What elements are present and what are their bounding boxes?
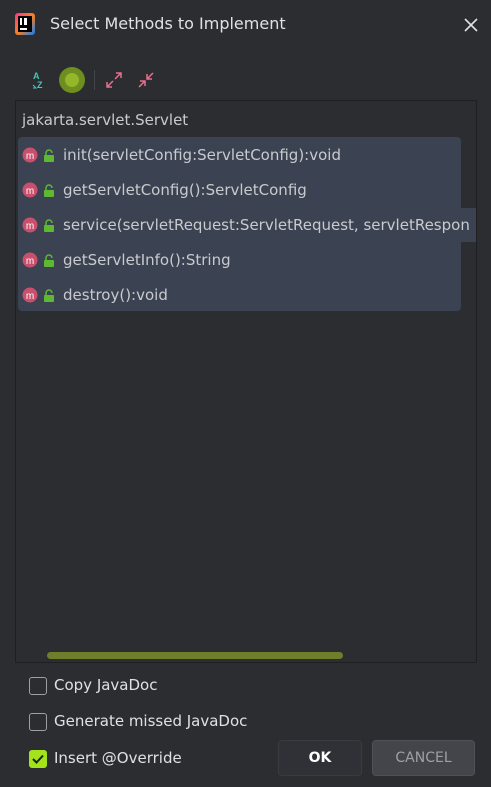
svg-text:m: m	[26, 151, 34, 162]
method-label: service(servletRequest:ServletRequest, s…	[63, 216, 470, 234]
dialog-title: Select Methods to Implement	[50, 14, 286, 33]
method-row-getservletconfig[interactable]: m getServletConfig():ServletConfig	[16, 173, 476, 207]
cancel-button[interactable]: CANCEL	[372, 740, 475, 776]
method-icon: m	[22, 287, 38, 303]
method-icon: m	[22, 252, 38, 268]
ok-button[interactable]: OK	[278, 740, 362, 776]
checkbox-label: Copy JavaDoc	[54, 676, 158, 694]
intellij-idea-icon	[15, 13, 35, 35]
method-label: init(servletConfig:ServletConfig):void	[63, 146, 341, 164]
checkbox-label: Insert @Override	[54, 749, 182, 767]
horizontal-scrollbar[interactable]	[47, 652, 343, 659]
svg-text:m: m	[26, 221, 34, 232]
method-label: destroy():void	[63, 286, 168, 304]
checkbox-box[interactable]	[29, 677, 47, 695]
svg-text:m: m	[26, 186, 34, 197]
collapse-icon[interactable]	[132, 66, 160, 94]
method-icon: m	[22, 147, 38, 163]
expand-icon[interactable]	[100, 66, 128, 94]
close-icon[interactable]	[460, 14, 482, 36]
public-lock-icon	[43, 148, 55, 162]
method-label: getServletConfig():ServletConfig	[63, 181, 307, 199]
method-row-getservletinfo[interactable]: m getServletInfo():String	[16, 243, 476, 277]
method-icon: m	[22, 182, 38, 198]
public-lock-icon	[43, 253, 55, 267]
sort-az-icon[interactable]: A Z	[26, 66, 54, 94]
svg-text:m: m	[26, 291, 34, 302]
checkbox-box[interactable]	[29, 750, 47, 768]
svg-text:m: m	[26, 256, 34, 267]
tree-root-row[interactable]: jakarta.servlet.Servlet	[16, 109, 476, 131]
interface-name: jakarta.servlet.Servlet	[22, 111, 189, 129]
method-icon: m	[22, 217, 38, 233]
toolbar-separator	[94, 70, 95, 90]
method-row-destroy[interactable]: m destroy():void	[16, 278, 476, 312]
public-lock-icon	[43, 218, 55, 232]
public-lock-icon	[43, 183, 55, 197]
method-label: getServletInfo():String	[63, 251, 231, 269]
checkmark-icon	[32, 754, 44, 764]
method-row-init[interactable]: m init(servletConfig:ServletConfig):void	[16, 138, 476, 172]
class-circle-icon[interactable]	[58, 66, 86, 94]
checkbox-box[interactable]	[29, 713, 47, 731]
title-bar: Select Methods to Implement	[0, 0, 491, 50]
methods-tree[interactable]: jakarta.servlet.Servlet m init(servletCo…	[15, 100, 477, 663]
toolbar: A Z	[0, 58, 491, 100]
checkbox-label: Generate missed JavaDoc	[54, 712, 248, 730]
svg-text:Z: Z	[37, 80, 43, 90]
method-row-service[interactable]: m service(servletRequest:ServletRequest,…	[16, 208, 476, 242]
public-lock-icon	[43, 288, 55, 302]
